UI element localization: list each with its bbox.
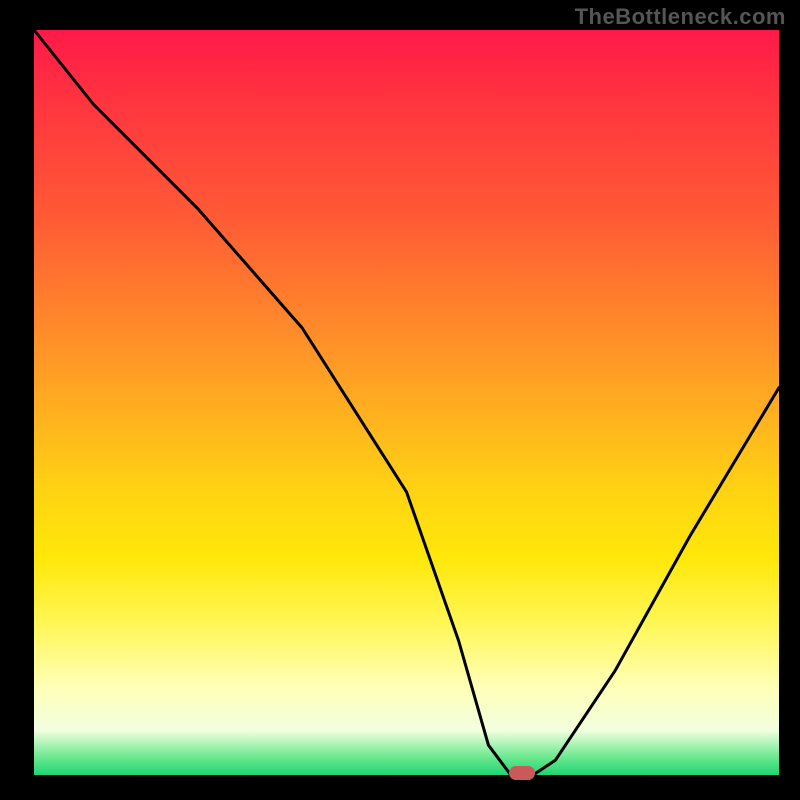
watermark-label: TheBottleneck.com bbox=[575, 4, 786, 30]
optimal-marker bbox=[509, 766, 535, 780]
chart-frame: TheBottleneck.com bbox=[0, 0, 800, 800]
curve-path bbox=[34, 30, 779, 775]
bottleneck-curve bbox=[34, 30, 779, 775]
plot-area bbox=[34, 30, 779, 775]
